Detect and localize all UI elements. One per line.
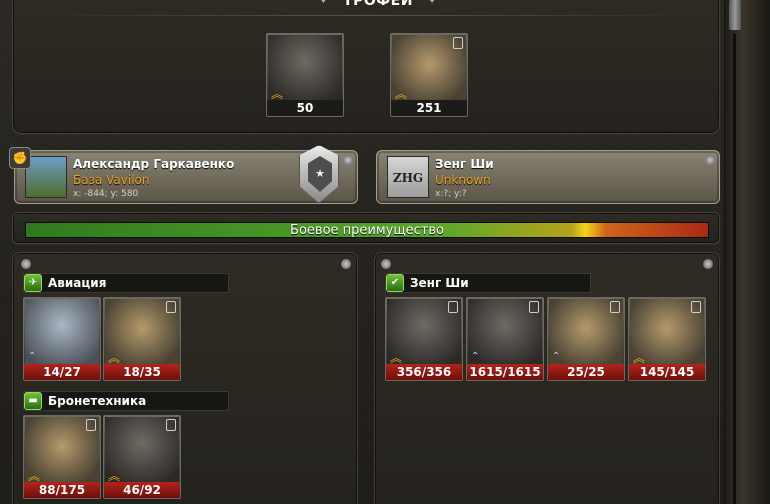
badge-icon [86,419,96,431]
unit-hp: 25/25 [548,364,624,380]
rank-chevron-icon: ︽ [28,469,41,483]
screw-icon [21,259,31,269]
player-card-left[interactable]: ✊ Александр Гаркавенко База Vavilon x: -… [9,145,358,204]
category-title: Зенг Ши [410,276,469,290]
aviation-icon: ✈ [24,274,42,292]
unit-hp: 1615/1615 [467,364,543,380]
unit-card-armored-vehicle[interactable]: ︽ 46/92 [103,415,181,499]
trophy-card-desert-helicopter[interactable]: ︽ 251 [390,33,468,117]
unit-card-gas-mask-soldier[interactable]: ⌃ 25/25 [547,297,625,381]
unit-card-buggy[interactable]: ︽ 145/145 [628,297,706,381]
rank-chevron-icon: ︽ [395,87,408,101]
right-rail [724,0,770,504]
chevron-icon: ⌃ [28,351,37,362]
category-aviation[interactable]: ✈ Авиация [23,273,229,293]
tank-icon: ▬ [24,392,42,410]
rank-chevron-icon: ︽ [108,351,121,365]
trophy-header: ✦ ТРОФЕИ ✦ [313,0,443,11]
unit-hp: 46/92 [104,482,180,498]
advantage-label: Боевое преимущество [290,223,444,238]
player-name[interactable]: Зенг Ши [435,157,494,171]
scroll-thumb[interactable] [729,0,741,30]
screw-icon [381,259,391,269]
trophy-title: ТРОФЕИ [343,0,413,9]
unit-card-drone[interactable]: ⌃ 14/27 [23,297,101,381]
trophy-panel: ✦ ТРОФЕИ ✦ ︽ 50 ︽ 251 [12,0,720,134]
screw-icon [705,155,715,165]
category-player[interactable]: ✔ Зенг Ши [385,273,591,293]
rank-chevron-icon: ︽ [633,351,646,365]
badge-icon [166,419,176,431]
chevron-icon: ⌃ [552,351,561,362]
badge-icon [529,301,539,313]
divider [33,15,699,16]
rank-chevron-icon: ︽ [271,87,284,101]
rank-shield-icon: ★ [299,145,339,203]
avatar[interactable]: ZHG [387,156,429,198]
trophy-count: 50 [267,100,343,116]
unit-card-desert-helicopter[interactable]: ︽ 18/35 [103,297,181,381]
unit-hp: 18/35 [104,364,180,380]
badge-icon [166,301,176,313]
rank-chevron-icon: ︽ [108,469,121,483]
player-card-right[interactable]: ZHG Зенг Ши Unknown x:?; y:? [376,150,720,204]
trophy-count: 251 [391,100,467,116]
left-army-panel: ✈ Авиация ⌃ 14/27 ︽ 18/35 ▬ Бронетехника… [12,252,358,504]
unit-hp: 145/145 [629,364,705,380]
rank-emblem-icon: ✔ [386,274,404,292]
unit-card-humvee[interactable]: ︽ 88/175 [23,415,101,499]
trophy-card-attack-helicopter[interactable]: ︽ 50 [266,33,344,117]
player-base[interactable]: Unknown [435,173,491,187]
category-title: Бронетехника [48,394,147,408]
unit-card-soldier[interactable]: ⌃ 1615/1615 [466,297,544,381]
scroll-track[interactable] [733,34,736,504]
player-base[interactable]: База Vavilon [73,173,149,187]
category-armor[interactable]: ▬ Бронетехника [23,391,229,411]
fist-icon: ✊ [9,147,31,169]
star-icon: ✦ [318,0,330,8]
advantage-panel: Боевое преимущество [12,212,720,244]
category-title: Авиация [48,276,107,290]
screw-icon [343,155,353,165]
right-army-panel: ✔ Зенг Ши ︽ 356/356 ⌃ 1615/1615 ⌃ 25/25 … [374,252,720,504]
screw-icon [703,259,713,269]
avatar[interactable] [25,156,67,198]
player-coords: x: -844; y: 580 [73,189,139,199]
star-icon: ✦ [426,0,438,8]
badge-icon [448,301,458,313]
player-name[interactable]: Александр Гаркавенко [73,157,234,171]
chevron-icon: ⌃ [471,351,480,362]
unit-hp: 88/175 [24,482,100,498]
unit-card-attack-helicopter[interactable]: ︽ 356/356 [385,297,463,381]
unit-hp: 14/27 [24,364,100,380]
badge-icon [691,301,701,313]
unit-hp: 356/356 [386,364,462,380]
rank-chevron-icon: ︽ [390,351,403,365]
badge-icon [453,37,463,49]
screw-icon [341,259,351,269]
advantage-bar: Боевое преимущество [25,222,709,238]
player-coords: x:?; y:? [435,189,467,199]
badge-icon [610,301,620,313]
